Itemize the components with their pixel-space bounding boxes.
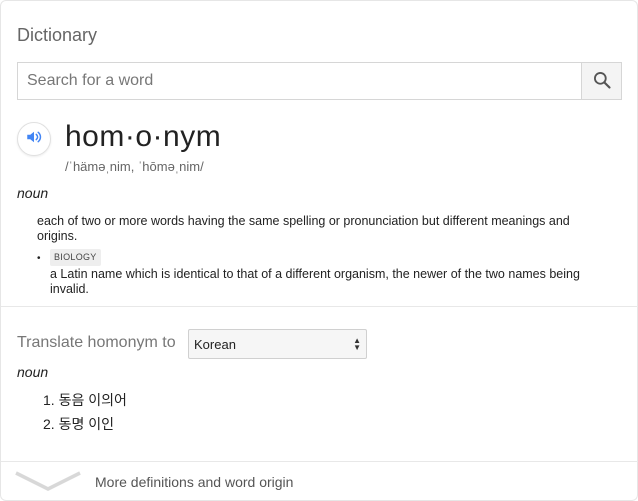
translation-part-of-speech: noun: [17, 364, 49, 380]
pronunciation-audio-button[interactable]: [17, 122, 51, 156]
headword: hom·o·nym: [65, 120, 222, 153]
language-select[interactable]: Korean ▲ ▼: [188, 329, 367, 359]
selected-language: Korean: [194, 336, 236, 352]
more-definitions-label: More definitions and word origin: [95, 474, 294, 490]
translation-list: 1. 동음 이의어 2. 동명 이인: [43, 388, 127, 436]
dictionary-card: Dictionary hom·o·nym /ˈhäməˌnim, ˈhōməˌn…: [0, 0, 638, 501]
bullet: •: [37, 253, 41, 264]
search-box: [17, 62, 622, 100]
section-divider: [1, 461, 638, 462]
select-arrows-icon: ▲ ▼: [353, 336, 361, 352]
speaker-icon: [25, 128, 43, 151]
sub-definition-text: a Latin name which is identical to that …: [50, 267, 580, 296]
phonetic-spelling: /ˈhäməˌnim, ˈhōməˌnim/: [65, 159, 204, 174]
chevron-down-icon: [15, 469, 81, 496]
translation-item: 2. 동명 이인: [43, 416, 114, 432]
domain-badge: BIOLOGY: [50, 249, 101, 266]
search-button[interactable]: [581, 63, 621, 99]
more-definitions-button[interactable]: More definitions and word origin: [15, 467, 335, 497]
translation-item: 1. 동음 이의어: [43, 392, 127, 408]
widget-title: Dictionary: [17, 25, 98, 45]
translate-label: Translate homonym to: [17, 334, 176, 351]
part-of-speech: noun: [17, 185, 49, 201]
search-input[interactable]: [18, 63, 581, 99]
definition-text: each of two or more words having the sam…: [37, 214, 570, 243]
section-divider: [1, 306, 638, 307]
search-icon: [592, 70, 612, 93]
